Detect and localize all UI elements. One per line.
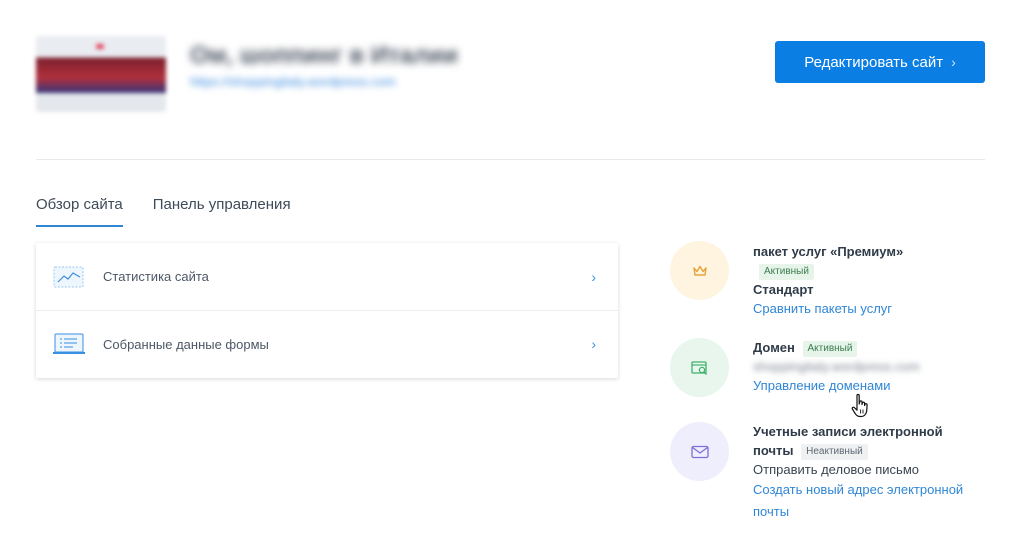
chevron-right-icon: › bbox=[951, 54, 956, 70]
domain-name: shoppingitaly.wordpress.com bbox=[753, 359, 920, 374]
email-status-badge: Неактивный bbox=[801, 444, 868, 460]
site-stats-label: Статистика сайта bbox=[103, 269, 209, 284]
stats-chart-icon bbox=[53, 266, 84, 287]
domain-title: Домен bbox=[753, 340, 795, 355]
create-email-link-line2[interactable]: почты bbox=[753, 501, 993, 523]
tab-site-overview[interactable]: Обзор сайта bbox=[36, 196, 123, 227]
create-email-link-line1[interactable]: Создать новый адрес электронной bbox=[753, 479, 993, 501]
chevron-right-icon: › bbox=[591, 268, 596, 285]
overview-card: Статистика сайта › Собранные данные форм… bbox=[36, 243, 618, 378]
plan-subtitle: Стандарт bbox=[753, 282, 814, 297]
crown-icon bbox=[692, 265, 707, 276]
create-email-link[interactable]: Создать новый адрес электронной почты bbox=[753, 479, 993, 523]
form-data-label: Собранные данные формы bbox=[103, 336, 269, 352]
email-text: Учетные записи электронной почты Неактив… bbox=[753, 422, 993, 523]
form-data-row[interactable]: Собранные данные формы › bbox=[36, 310, 618, 377]
site-header: Ом, шоппинг в Италии https://shoppingita… bbox=[0, 0, 1016, 160]
mail-icon bbox=[690, 445, 709, 458]
site-stats-row[interactable]: Статистика сайта › bbox=[36, 243, 618, 310]
domain-search-icon bbox=[690, 360, 707, 375]
domain-icon-circle bbox=[670, 338, 729, 397]
domain-status-badge: Активный bbox=[802, 341, 858, 357]
plan-title: пакет услуг «Премиум» bbox=[753, 244, 904, 259]
site-url-link[interactable]: https://shoppingitaly.wordpress.com bbox=[190, 74, 396, 89]
chevron-right-icon: › bbox=[591, 336, 596, 352]
email-subtitle: Отправить деловое письмо bbox=[753, 462, 919, 477]
email-title-line1: Учетные записи электронной bbox=[753, 424, 943, 439]
email-title-line2: почты bbox=[753, 443, 794, 458]
site-thumbnail[interactable] bbox=[36, 36, 166, 112]
header-divider bbox=[36, 159, 985, 160]
plan-text: пакет услуг «Премиум» Активный Стандарт … bbox=[753, 241, 993, 318]
hand-pointer-cursor-icon bbox=[851, 393, 868, 418]
site-tabs: Обзор сайта Панель управления bbox=[36, 196, 291, 227]
domain-text: Домен Активный shoppingitaly.wordpress.c… bbox=[753, 338, 993, 395]
form-data-icon bbox=[53, 333, 85, 354]
plan-icon-circle bbox=[670, 241, 729, 300]
email-icon-circle bbox=[670, 422, 729, 481]
edit-site-button[interactable]: Редактировать сайт › bbox=[775, 41, 985, 83]
site-title: Ом, шоппинг в Италии bbox=[190, 42, 458, 69]
manage-domains-link[interactable]: Управление доменами bbox=[753, 376, 993, 395]
edit-site-button-label: Редактировать сайт bbox=[804, 53, 944, 71]
plan-status-badge: Активный bbox=[759, 264, 814, 280]
tab-control-panel[interactable]: Панель управления bbox=[153, 196, 291, 227]
compare-plans-link[interactable]: Сравнить пакеты услуг bbox=[753, 299, 993, 318]
